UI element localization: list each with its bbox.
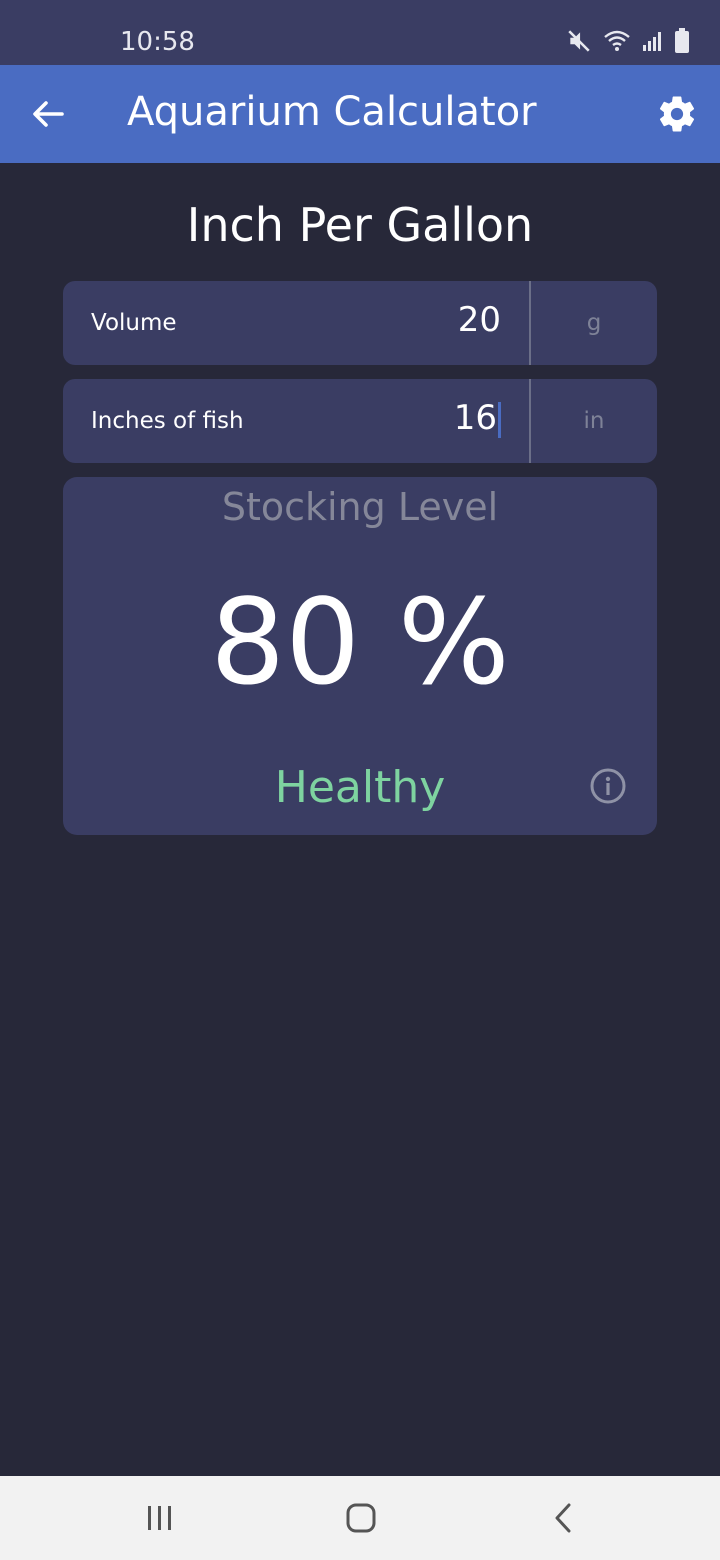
page-title: Inch Per Gallon bbox=[186, 198, 534, 252]
settings-button[interactable] bbox=[656, 93, 698, 135]
system-nav-bar bbox=[0, 1476, 720, 1560]
home-icon bbox=[346, 1503, 376, 1533]
gear-icon bbox=[659, 96, 695, 132]
mute-icon bbox=[568, 30, 590, 52]
home-button[interactable] bbox=[339, 1496, 383, 1540]
arrow-left-icon bbox=[33, 101, 64, 127]
inches-of-fish-unit: in bbox=[583, 408, 605, 434]
stocking-level-status: Healthy bbox=[274, 762, 446, 813]
info-icon bbox=[590, 768, 626, 804]
info-button[interactable] bbox=[589, 767, 627, 805]
signal-icon bbox=[643, 32, 661, 51]
back-button[interactable] bbox=[26, 92, 70, 136]
status-time: 10:58 bbox=[120, 27, 195, 57]
volume-unit: g bbox=[586, 310, 602, 336]
recent-apps-button[interactable] bbox=[138, 1496, 182, 1540]
text-cursor bbox=[498, 401, 501, 438]
volume-input[interactable]: 20 bbox=[458, 299, 501, 341]
wifi-icon bbox=[604, 30, 630, 51]
battery-icon bbox=[675, 28, 689, 53]
system-back-button[interactable] bbox=[541, 1496, 585, 1540]
inches-of-fish-field[interactable]: Inches of fish 16 in bbox=[63, 379, 657, 463]
status-icons bbox=[566, 28, 690, 54]
inches-of-fish-input[interactable]: 16 bbox=[454, 397, 501, 439]
inches-of-fish-label: Inches of fish bbox=[91, 408, 244, 434]
volume-label: Volume bbox=[91, 310, 177, 336]
stocking-level-heading: Stocking Level bbox=[221, 485, 499, 529]
status-bar: 10:58 bbox=[0, 0, 720, 65]
volume-field[interactable]: Volume 20 g bbox=[63, 281, 657, 365]
inches-of-fish-value: 16 bbox=[453, 398, 497, 438]
app-bar: Aquarium Calculator bbox=[0, 65, 720, 163]
recent-apps-icon bbox=[148, 1506, 171, 1530]
back-icon bbox=[555, 1503, 571, 1533]
app-title: Aquarium Calculator bbox=[127, 89, 537, 135]
stocking-level-value: 80 % bbox=[210, 573, 510, 711]
stocking-level-card: Stocking Level 80 % Healthy bbox=[63, 477, 657, 835]
